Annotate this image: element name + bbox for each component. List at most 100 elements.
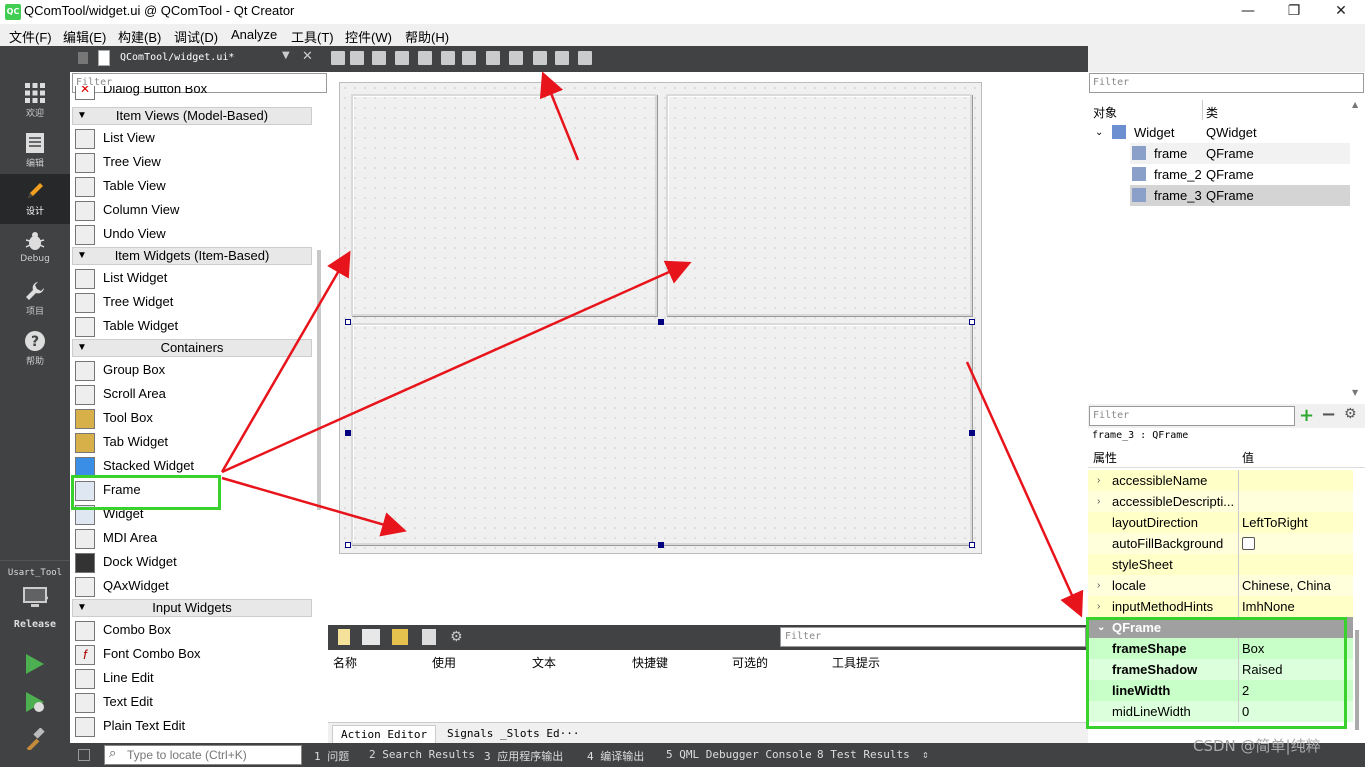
property-row[interactable]: › inputMethodHints ImhNone	[1088, 596, 1353, 617]
category-containers[interactable]: ▼ Containers	[72, 339, 312, 357]
pane-search-results[interactable]: 2 Search Results	[369, 748, 475, 761]
widget-item[interactable]: List View	[75, 127, 315, 151]
menu-file[interactable]: 文件(F)	[9, 27, 52, 46]
layout-form-icon[interactable]	[509, 51, 523, 65]
locator-input[interactable]: Type to locate (Ctrl+K)	[104, 745, 302, 765]
menu-edit[interactable]: 编辑(E)	[63, 27, 106, 46]
layout-grid-icon[interactable]	[533, 51, 547, 65]
widget-item[interactable]: Plain Text Edit	[75, 715, 315, 739]
object-filter-input[interactable]: Filter	[1089, 73, 1364, 93]
edit-tab-order-icon[interactable]	[395, 51, 409, 65]
selection-handle[interactable]	[345, 542, 351, 548]
property-scrollbar[interactable]	[1355, 630, 1359, 730]
column-header[interactable]: 可选的	[732, 654, 768, 671]
widget-item[interactable]: Tool Box	[75, 407, 315, 431]
menu-widgets[interactable]: 控件(W)	[345, 27, 392, 46]
widget-item[interactable]: MDI Area	[75, 527, 315, 551]
widget-item[interactable]: QAxWidget	[75, 575, 315, 599]
paste-action-icon[interactable]	[392, 629, 408, 645]
edit-buddies-icon[interactable]	[372, 51, 386, 65]
action-filter-input[interactable]: Filter	[780, 627, 1086, 647]
widget-item[interactable]: Table View	[75, 175, 315, 199]
property-row[interactable]: › accessibleDescripti...	[1088, 491, 1353, 512]
widget-item[interactable]: Column View	[75, 199, 315, 223]
frame-widget[interactable]	[351, 94, 657, 316]
object-scrollbar[interactable]: ▲ ▼	[1352, 100, 1364, 400]
selection-handle[interactable]	[345, 430, 351, 436]
pane-application-output[interactable]: 3 应用程序输出	[484, 748, 563, 764]
widget-item[interactable]: Scroll Area	[75, 383, 315, 407]
monitor-icon[interactable]: ▸	[22, 586, 48, 610]
remove-property-icon[interactable]: −	[1321, 404, 1336, 425]
selection-handle[interactable]	[658, 542, 664, 548]
widget-item[interactable]: Undo View	[75, 223, 315, 247]
more-panes-icon[interactable]: ⇕	[922, 748, 929, 761]
property-row[interactable]: autoFillBackground	[1088, 533, 1353, 554]
frame-3-widget[interactable]	[351, 323, 972, 545]
tab-signals-slots-editor[interactable]: Signals _Slots Ed···	[439, 725, 587, 743]
mode-projects[interactable]: 项目	[0, 274, 70, 324]
frame-2-widget[interactable]	[666, 94, 972, 316]
mode-help[interactable]: ? 帮助	[0, 324, 70, 374]
break-layout-icon[interactable]	[555, 51, 569, 65]
widget-item[interactable]: Text Edit	[75, 691, 315, 715]
menu-analyze[interactable]: Analyze	[231, 27, 277, 42]
column-header[interactable]: 快捷键	[632, 654, 668, 671]
new-action-icon[interactable]	[338, 629, 350, 645]
menu-help[interactable]: 帮助(H)	[405, 27, 449, 46]
add-property-icon[interactable]: +	[1299, 405, 1314, 426]
mode-debug[interactable]: Debug	[0, 224, 70, 274]
mode-welcome[interactable]: 欢迎	[0, 76, 70, 126]
object-row[interactable]: frame_2 QFrame	[1130, 164, 1350, 185]
pane-test-results[interactable]: 8 Test Results	[817, 748, 910, 761]
widget-item[interactable]: Tree Widget	[75, 291, 315, 315]
selection-handle[interactable]	[345, 319, 351, 325]
class-column-header[interactable]: 类	[1206, 104, 1218, 121]
pane-compile-output[interactable]: 4 编译输出	[587, 748, 644, 764]
run-icon[interactable]	[24, 652, 46, 676]
form-widget[interactable]	[339, 82, 982, 554]
selection-handle[interactable]	[969, 430, 975, 436]
widget-box-scrollbar[interactable]	[317, 250, 321, 510]
category-item-widgets[interactable]: ▼ Item Widgets (Item-Based)	[72, 247, 312, 265]
close-document-icon[interactable]: ✕	[302, 49, 313, 64]
close-button[interactable]: ✕	[1318, 0, 1364, 24]
object-row[interactable]: frame QFrame	[1130, 143, 1350, 164]
selection-handle[interactable]	[969, 542, 975, 548]
value-column-header[interactable]: 值	[1242, 449, 1254, 466]
tab-action-editor[interactable]: Action Editor	[332, 725, 437, 743]
delete-action-icon[interactable]	[422, 629, 436, 645]
widget-item[interactable]: f Font Combo Box	[75, 643, 315, 667]
widget-item[interactable]: Dock Widget	[75, 551, 315, 575]
layout-horizontal-icon[interactable]	[418, 51, 432, 65]
splitter-horizontal-icon[interactable]	[462, 51, 476, 65]
adjust-size-icon[interactable]	[578, 51, 592, 65]
pane-qml-debugger-console[interactable]: 5 QML Debugger Console	[666, 748, 812, 761]
minimize-button[interactable]: —	[1225, 0, 1271, 24]
widget-item[interactable]: Line Edit	[75, 667, 315, 691]
menu-tools[interactable]: 工具(T)	[291, 27, 334, 46]
menu-build[interactable]: 构建(B)	[118, 27, 161, 46]
widget-item[interactable]: Tree View	[75, 151, 315, 175]
column-header[interactable]: 工具提示	[832, 654, 880, 671]
build-hammer-icon[interactable]	[24, 728, 46, 750]
property-row[interactable]: › locale Chinese, China	[1088, 575, 1353, 596]
property-row[interactable]: › accessibleName	[1088, 470, 1353, 491]
object-row-selected[interactable]: frame_3 QFrame	[1130, 185, 1350, 206]
restore-button[interactable]: ❐	[1271, 0, 1317, 24]
widget-item[interactable]: Group Box	[75, 359, 315, 383]
property-filter-input[interactable]: Filter	[1089, 406, 1295, 426]
object-column-header[interactable]: 对象	[1093, 104, 1117, 121]
column-header[interactable]: 名称	[333, 654, 357, 671]
mode-design[interactable]: 设计	[0, 174, 70, 224]
selection-handle[interactable]	[658, 319, 664, 325]
layout-vertical-icon[interactable]	[441, 51, 455, 65]
mode-edit[interactable]: 编辑	[0, 126, 70, 176]
selection-handle[interactable]	[969, 319, 975, 325]
copy-action-icon[interactable]	[362, 629, 380, 645]
widget-item[interactable]: Combo Box	[75, 619, 315, 643]
object-row[interactable]: ⌄ Widget QWidget	[1090, 122, 1350, 143]
auto-fill-checkbox[interactable]	[1242, 537, 1255, 550]
widget-item[interactable]: Table Widget	[75, 315, 315, 339]
edit-widgets-icon[interactable]	[331, 51, 345, 65]
